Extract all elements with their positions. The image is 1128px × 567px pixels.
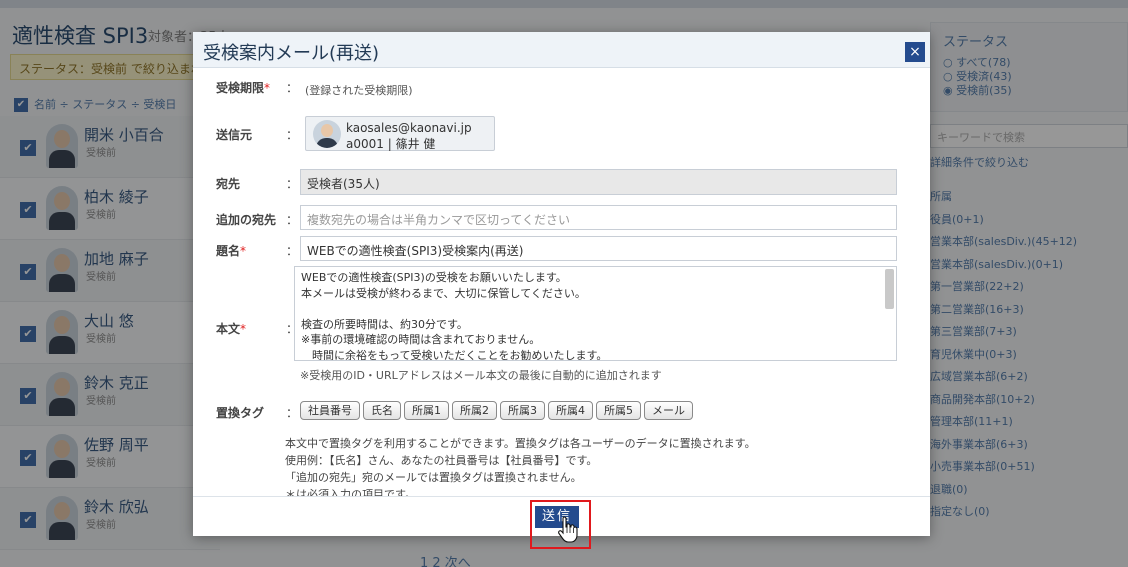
tag-button[interactable]: 所属1 xyxy=(404,401,449,420)
colon: ： xyxy=(286,244,299,258)
subject-input[interactable]: WEBでの適性検査(SPI3)受検案内(再送) xyxy=(300,236,897,261)
resend-mail-dialog: 受検案内メール(再送) × 受検期限* ： (登録された受検期限) 送信元 ： … xyxy=(193,32,930,536)
body-line: WEBでの適性検査(SPI3)の受検をお願いいたします。 xyxy=(301,271,567,284)
tag-button[interactable]: 所属4 xyxy=(548,401,593,420)
dialog-body[interactable]: 受検期限* ： (登録された受検期限) 送信元 ： kaosales@kaona… xyxy=(193,69,930,496)
body-line: 本メールは受検が終わるまで、大切に保管してください。 xyxy=(301,286,586,300)
colon: ： xyxy=(286,128,299,142)
colon: ： xyxy=(286,213,299,227)
sender-card: kaosales@kaonavi.jp a0001 | 篠井 健 xyxy=(305,116,495,151)
tag-button[interactable]: 氏名 xyxy=(363,401,401,420)
tag-button[interactable]: メール xyxy=(644,401,693,420)
help-line: 本文中で置換タグを利用することができます。置換タグは各ユーザーのデータに置換され… xyxy=(285,437,756,450)
tag-button[interactable]: 社員番号 xyxy=(300,401,360,420)
avatar xyxy=(313,120,341,148)
body-note: ※受検用のID・URLアドレスはメール本文の最後に自動的に追加されます xyxy=(300,369,662,382)
help-line: 使用例：【氏名】さん、あなたの社員番号は【社員番号】です。 xyxy=(285,454,598,467)
sender-email: kaosales@kaonavi.jp xyxy=(346,121,472,135)
tag-button[interactable]: 所属2 xyxy=(452,401,497,420)
extra-to-input[interactable]: 複数宛先の場合は半角カンマで区切ってください xyxy=(300,205,897,230)
body-line: ※事前の環境確認の時間は含まれておりません。 xyxy=(301,333,541,346)
body-line xyxy=(301,301,890,317)
hand-cursor-icon xyxy=(558,516,578,543)
tag-button[interactable]: 所属5 xyxy=(596,401,641,420)
to-label: 宛先 xyxy=(216,177,241,191)
help-line: ＊は必須入力の項目です。 xyxy=(285,488,416,496)
colon: ： xyxy=(286,177,299,191)
dialog-header: 受検案内メール(再送) × xyxy=(193,32,930,68)
help-text: 本文中で置換タグを利用することができます。置換タグは各ユーザーのデータに置換され… xyxy=(285,435,756,496)
extra-to-label: 追加の宛先 xyxy=(216,213,277,227)
replace-tags: 社員番号 氏名 所属1 所属2 所属3 所属4 所属5 メール xyxy=(300,401,696,420)
colon: ： xyxy=(286,406,299,420)
tags-label: 置換タグ xyxy=(216,406,265,420)
to-field: 受検者(35人) xyxy=(300,169,897,195)
deadline-label: 受検期限* xyxy=(216,81,271,95)
body-line: 時間に余裕をもって受検いただくことをお勧めいたします。 xyxy=(301,348,608,361)
subject-label: 題名* xyxy=(216,244,247,258)
tag-button[interactable]: 所属3 xyxy=(500,401,545,420)
body-line: 検査の所要時間は、約30分です。 xyxy=(301,317,468,331)
body-label: 本文* xyxy=(216,322,247,336)
deadline-value: (登録された受検期限) xyxy=(305,84,413,97)
body-textarea[interactable]: WEBでの適性検査(SPI3)の受検をお願いいたします。 本メールは受検が終わる… xyxy=(294,266,897,361)
textarea-scrollbar[interactable] xyxy=(885,269,894,309)
colon: ： xyxy=(286,81,299,95)
sender-label: 送信元 xyxy=(216,128,253,142)
sender-name: a0001 | 篠井 健 xyxy=(346,137,436,151)
close-icon[interactable]: × xyxy=(905,42,925,62)
help-line: 「追加の宛先」宛のメールでは置換タグは置換されません。 xyxy=(285,471,582,484)
dialog-title: 受検案内メール(再送) xyxy=(203,43,380,64)
